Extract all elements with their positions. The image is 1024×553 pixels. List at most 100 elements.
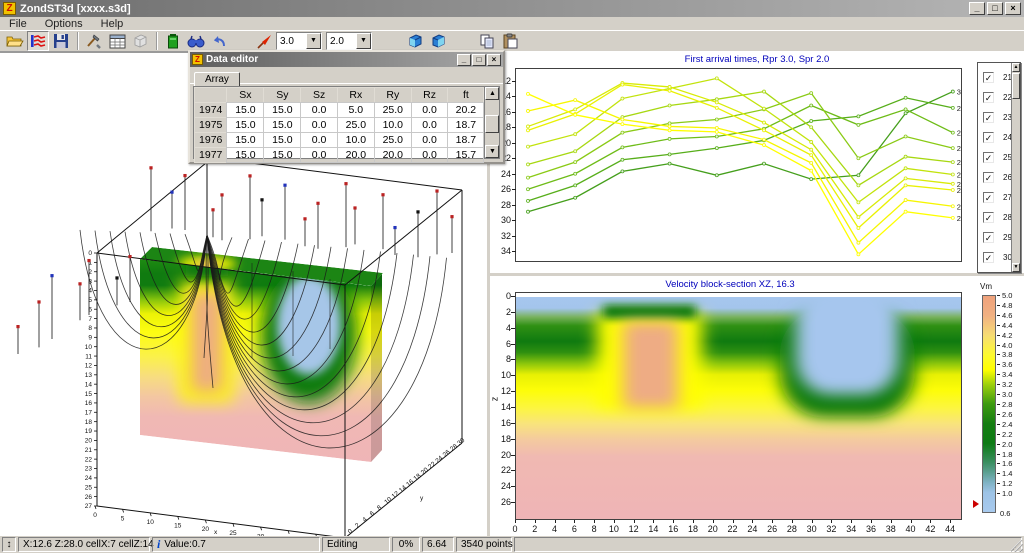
series-checkbox[interactable]: ✓	[983, 72, 994, 83]
row-header[interactable]: 1974	[195, 103, 227, 118]
row-header[interactable]: 1976	[195, 133, 227, 148]
column-header-rz[interactable]: Rz	[411, 88, 448, 103]
source-step-combobox[interactable]: 2.0 ▼	[326, 32, 372, 50]
menu-file[interactable]: File	[0, 18, 36, 30]
colorbar-tick-mark	[997, 305, 1000, 306]
table-view-button[interactable]	[106, 31, 128, 51]
data-cell[interactable]: 15.0	[264, 103, 301, 118]
scroll-down-icon[interactable]: ▼	[485, 145, 499, 158]
series-checkbox[interactable]: ✓	[983, 252, 994, 263]
minimize-button[interactable]: _	[969, 2, 985, 15]
maximize-button[interactable]: □	[472, 54, 486, 66]
z-tick-label: 18	[493, 434, 511, 444]
data-cell[interactable]: 0.0	[411, 118, 448, 133]
data-cell[interactable]: 25.0	[337, 118, 374, 133]
cube-view-button[interactable]	[129, 31, 151, 51]
data-cell[interactable]: 15.0	[264, 148, 301, 163]
data-cell[interactable]: 0.0	[301, 133, 338, 148]
colorbar-tick-label: 2.0	[1002, 440, 1012, 449]
open-file-button[interactable]	[4, 31, 26, 51]
close-button[interactable]: ×	[487, 54, 501, 66]
data-table-scrollbar[interactable]: ▲ ▼	[484, 87, 499, 158]
data-cell[interactable]: 25.0	[374, 133, 411, 148]
data-cell[interactable]: 15.0	[227, 103, 264, 118]
series-checkbox[interactable]: ✓	[983, 152, 994, 163]
velocity-plot-area[interactable]	[515, 292, 962, 520]
data-cell[interactable]: 10.0	[337, 133, 374, 148]
scrollbar-thumb[interactable]	[1012, 73, 1020, 99]
data-cell[interactable]: 20.0	[337, 148, 374, 163]
velocity-heatmap[interactable]	[516, 297, 961, 519]
data-cell[interactable]: 10.0	[374, 118, 411, 133]
series-checkbox[interactable]: ✓	[983, 172, 994, 183]
row-header[interactable]: 1977	[195, 148, 227, 163]
copy-button[interactable]	[476, 31, 498, 51]
receiver-step-combobox[interactable]: 3.0 ▼	[276, 32, 322, 50]
scroll-up-icon[interactable]: ▲	[485, 87, 499, 100]
chevron-down-icon[interactable]: ▼	[306, 33, 321, 49]
data-cell[interactable]: 5.0	[337, 103, 374, 118]
data-cell[interactable]: 0.0	[411, 133, 448, 148]
data-cell[interactable]: 0.0	[301, 148, 338, 163]
data-cell[interactable]: 15.0	[264, 133, 301, 148]
paste-button[interactable]	[499, 31, 521, 51]
title-bar[interactable]: Z ZondST3d [xxxx.s3d] _ □ ×	[0, 0, 1024, 17]
data-cell[interactable]: 0.0	[301, 103, 338, 118]
data-cell[interactable]: 15.0	[227, 133, 264, 148]
column-header-rx[interactable]: Rx	[337, 88, 374, 103]
data-cell[interactable]: 20.0	[374, 148, 411, 163]
series-checkbox[interactable]: ✓	[983, 192, 994, 203]
rotate-view-right-button[interactable]	[427, 31, 449, 51]
traveltime-chart-panel[interactable]: First arrival times, Rpr 3.0, Spr 2.0 30…	[490, 51, 1024, 273]
rotate-cube-left-icon	[407, 33, 424, 49]
data-cell[interactable]: 20.2	[448, 103, 484, 118]
start-inversion-button[interactable]	[162, 31, 184, 51]
data-cell[interactable]: 0.0	[411, 148, 448, 163]
legend-scrollbar[interactable]: ▲ ▼	[1011, 63, 1020, 272]
data-cell[interactable]: 0.0	[411, 103, 448, 118]
series-checkbox[interactable]: ✓	[983, 132, 994, 143]
data-cell[interactable]: 0.0	[301, 118, 338, 133]
scroll-up-icon[interactable]: ▲	[1012, 63, 1020, 72]
data-cell[interactable]: 18.7	[448, 133, 484, 148]
data-cell[interactable]: 15.7	[448, 148, 484, 163]
y-tick-mark	[512, 174, 516, 175]
z-tick-mark	[511, 375, 515, 376]
data-cell[interactable]: 15.0	[227, 118, 264, 133]
velocity-section-panel[interactable]: Velocity block-section XZ, 16.3 z	[490, 276, 1024, 536]
data-cell[interactable]: 25.0	[374, 103, 411, 118]
row-header[interactable]: 1975	[195, 118, 227, 133]
resize-grip[interactable]	[1011, 540, 1023, 552]
save-button[interactable]	[50, 31, 72, 51]
minimize-button[interactable]: _	[457, 54, 471, 66]
data-cell[interactable]: 15.0	[264, 118, 301, 133]
traveltime-plot-area[interactable]: 30292827262524232221	[515, 68, 962, 262]
settings-button[interactable]	[83, 31, 105, 51]
column-header-sx[interactable]: Sx	[227, 88, 264, 103]
rotate-view-left-button[interactable]	[404, 31, 426, 51]
data-editor-titlebar[interactable]: Z Data editor _ □ ×	[190, 52, 503, 67]
menu-options[interactable]: Options	[36, 18, 92, 30]
scrollbar-thumb[interactable]	[485, 115, 499, 133]
series-checkbox[interactable]: ✓	[983, 92, 994, 103]
column-header-ry[interactable]: Ry	[374, 88, 411, 103]
picker-button[interactable]	[253, 31, 275, 51]
search-button[interactable]	[185, 31, 207, 51]
series-checkbox[interactable]: ✓	[983, 212, 994, 223]
data-cell[interactable]: 15.0	[227, 148, 264, 163]
undo-button[interactable]	[208, 31, 230, 51]
menu-help[interactable]: Help	[92, 18, 133, 30]
close-button[interactable]: ×	[1005, 2, 1021, 15]
column-header-sy[interactable]: Sy	[264, 88, 301, 103]
corner-header-cell[interactable]	[195, 88, 227, 103]
data-editor-button[interactable]	[27, 31, 49, 51]
chevron-down-icon[interactable]: ▼	[356, 33, 371, 49]
maximize-button[interactable]: □	[987, 2, 1003, 15]
column-header-ft[interactable]: ft	[448, 88, 484, 103]
column-header-sz[interactable]: Sz	[301, 88, 338, 103]
scroll-down-icon[interactable]: ▼	[1012, 263, 1020, 272]
data-cell[interactable]: 18.7	[448, 118, 484, 133]
series-checkbox[interactable]: ✓	[983, 232, 994, 243]
series-checkbox[interactable]: ✓	[983, 112, 994, 123]
data-editor-window[interactable]: Z Data editor _ □ × Array SxSySzRxRyRzft…	[188, 50, 505, 164]
